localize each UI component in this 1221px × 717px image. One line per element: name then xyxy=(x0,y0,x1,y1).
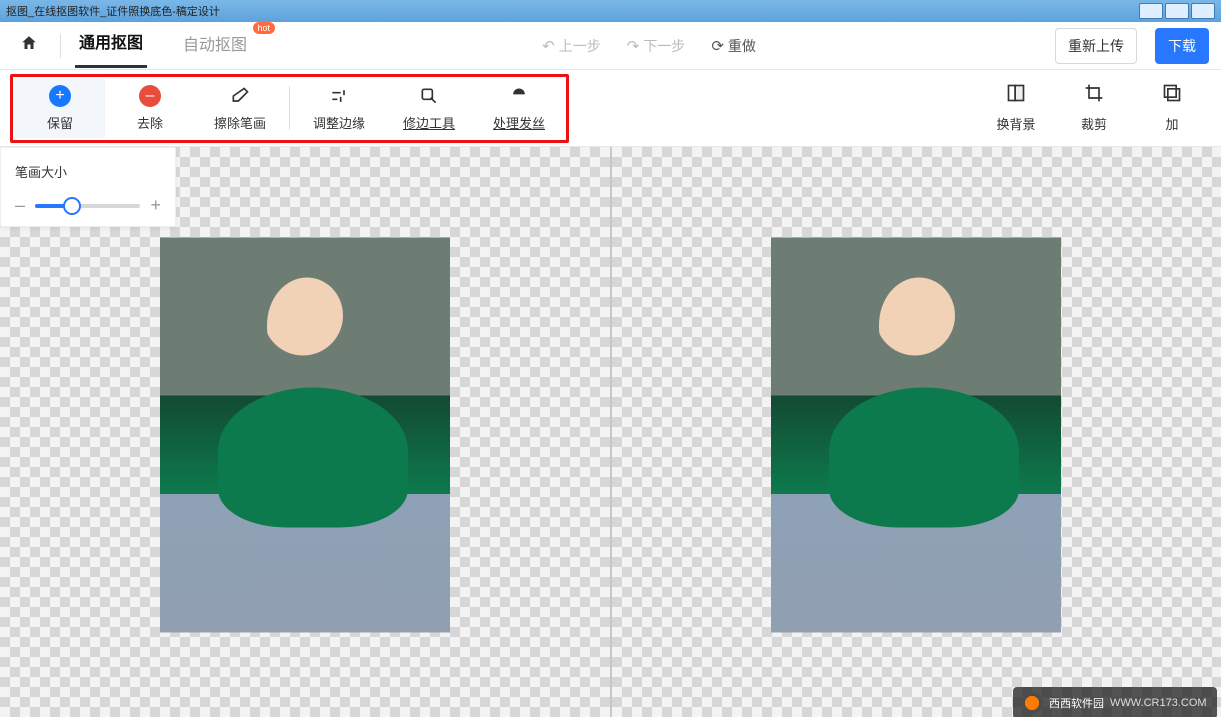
plus-icon: + xyxy=(49,85,71,107)
download-button[interactable]: 下载 xyxy=(1155,28,1209,64)
refresh-icon: ⟳ xyxy=(711,37,724,55)
minus-icon: – xyxy=(139,85,161,107)
tool-add-label: 加 xyxy=(1165,114,1178,133)
tab-general-cutout-label: 通用抠图 xyxy=(79,35,143,52)
redo-button[interactable]: ↷ 下一步 xyxy=(619,32,694,60)
hot-badge: hot xyxy=(253,22,276,34)
header: 通用抠图 自动抠图 hot ↶ 上一步 ↷ 下一步 ⟳ 重做 重新上传 下载 xyxy=(0,22,1221,70)
tool-erase[interactable]: 擦除笔画 xyxy=(195,79,285,138)
tool-add[interactable]: 加 xyxy=(1133,83,1211,133)
window-title: 抠图_在线抠图软件_证件照换底色-稿定设计 xyxy=(6,3,220,19)
redo-label: 下一步 xyxy=(643,36,685,56)
tool-fix-edge[interactable]: 修边工具 xyxy=(384,79,474,138)
vertical-divider xyxy=(60,34,61,58)
slider-knob[interactable] xyxy=(63,197,81,215)
tool-keep[interactable]: + 保留 xyxy=(15,79,105,138)
tab-auto-cutout[interactable]: 自动抠图 hot xyxy=(179,25,251,67)
tool-handle-hair[interactable]: 处理发丝 xyxy=(474,79,564,138)
watermark-logo-icon xyxy=(1021,692,1043,714)
tool-edge-label: 调整边缘 xyxy=(313,113,365,132)
highlighted-tool-group: + 保留 – 去除 擦除笔画 调整边缘 修边工具 处理发丝 xyxy=(10,74,569,143)
tool-crop-label: 裁剪 xyxy=(1081,114,1107,133)
tool-remove-label: 去除 xyxy=(137,113,163,132)
split-view: without without xyxy=(0,147,1221,717)
eraser-icon xyxy=(229,85,251,107)
reset-label: 重做 xyxy=(728,36,756,56)
tool-change-bg[interactable]: 换背景 xyxy=(977,83,1055,133)
watermark-text1: 西西软件园 xyxy=(1049,695,1104,711)
home-icon xyxy=(20,34,38,52)
fix-icon xyxy=(418,85,440,107)
brush-size-label: 笔画大小 xyxy=(15,162,161,181)
tool-row: + 保留 – 去除 擦除笔画 调整边缘 修边工具 处理发丝 换背景 裁 xyxy=(0,70,1221,147)
window-buttons xyxy=(1139,3,1215,19)
reset-button[interactable]: ⟳ 重做 xyxy=(703,32,764,60)
shirt-text-r: without xyxy=(877,428,955,458)
tool-remove[interactable]: – 去除 xyxy=(105,79,195,138)
result-image: without xyxy=(771,238,1061,633)
background-icon xyxy=(1006,83,1026,108)
pane-original[interactable]: without xyxy=(0,147,610,717)
tool-fix-label: 修边工具 xyxy=(403,113,455,132)
home-button[interactable] xyxy=(12,34,46,57)
canvas-wrap: 笔画大小 – + without without 西西软件园 WWW.CR173… xyxy=(0,147,1221,717)
watermark-text2: WWW.CR173.COM xyxy=(1110,697,1207,709)
tool-adjust-edge[interactable]: 调整边缘 xyxy=(294,79,384,138)
redo-icon: ↷ xyxy=(627,37,640,55)
tool-hair-label: 处理发丝 xyxy=(493,113,545,132)
window-maximize-button[interactable] xyxy=(1165,3,1189,19)
undo-icon: ↶ xyxy=(542,37,555,55)
brush-size-slider[interactable] xyxy=(35,204,140,208)
window-minimize-button[interactable] xyxy=(1139,3,1163,19)
undo-button[interactable]: ↶ 上一步 xyxy=(534,32,609,60)
undo-label: 上一步 xyxy=(559,36,601,56)
tab-auto-cutout-label: 自动抠图 xyxy=(183,37,247,54)
original-image: without xyxy=(160,238,450,633)
shirt-text: without xyxy=(266,428,344,458)
os-titlebar: 抠图_在线抠图软件_证件照换底色-稿定设计 xyxy=(0,0,1221,22)
window-close-button[interactable] xyxy=(1191,3,1215,19)
tab-general-cutout[interactable]: 通用抠图 xyxy=(75,23,147,68)
pane-result[interactable]: without xyxy=(612,147,1221,717)
site-watermark: 西西软件园 WWW.CR173.COM xyxy=(1013,687,1217,717)
tool-crop[interactable]: 裁剪 xyxy=(1055,83,1133,133)
tool-erase-label: 擦除笔画 xyxy=(214,113,266,132)
hair-icon xyxy=(508,85,530,107)
tool-bg-label: 换背景 xyxy=(996,114,1035,133)
tool-keep-label: 保留 xyxy=(47,113,73,132)
brush-decrease-button[interactable]: – xyxy=(15,195,25,216)
brush-size-panel: 笔画大小 – + xyxy=(0,147,176,227)
brush-increase-button[interactable]: + xyxy=(150,195,161,216)
layer-icon xyxy=(1162,83,1182,108)
tool-divider xyxy=(289,86,290,130)
reupload-button[interactable]: 重新上传 xyxy=(1055,28,1137,64)
sliders-icon xyxy=(328,85,350,107)
crop-icon xyxy=(1084,83,1104,108)
